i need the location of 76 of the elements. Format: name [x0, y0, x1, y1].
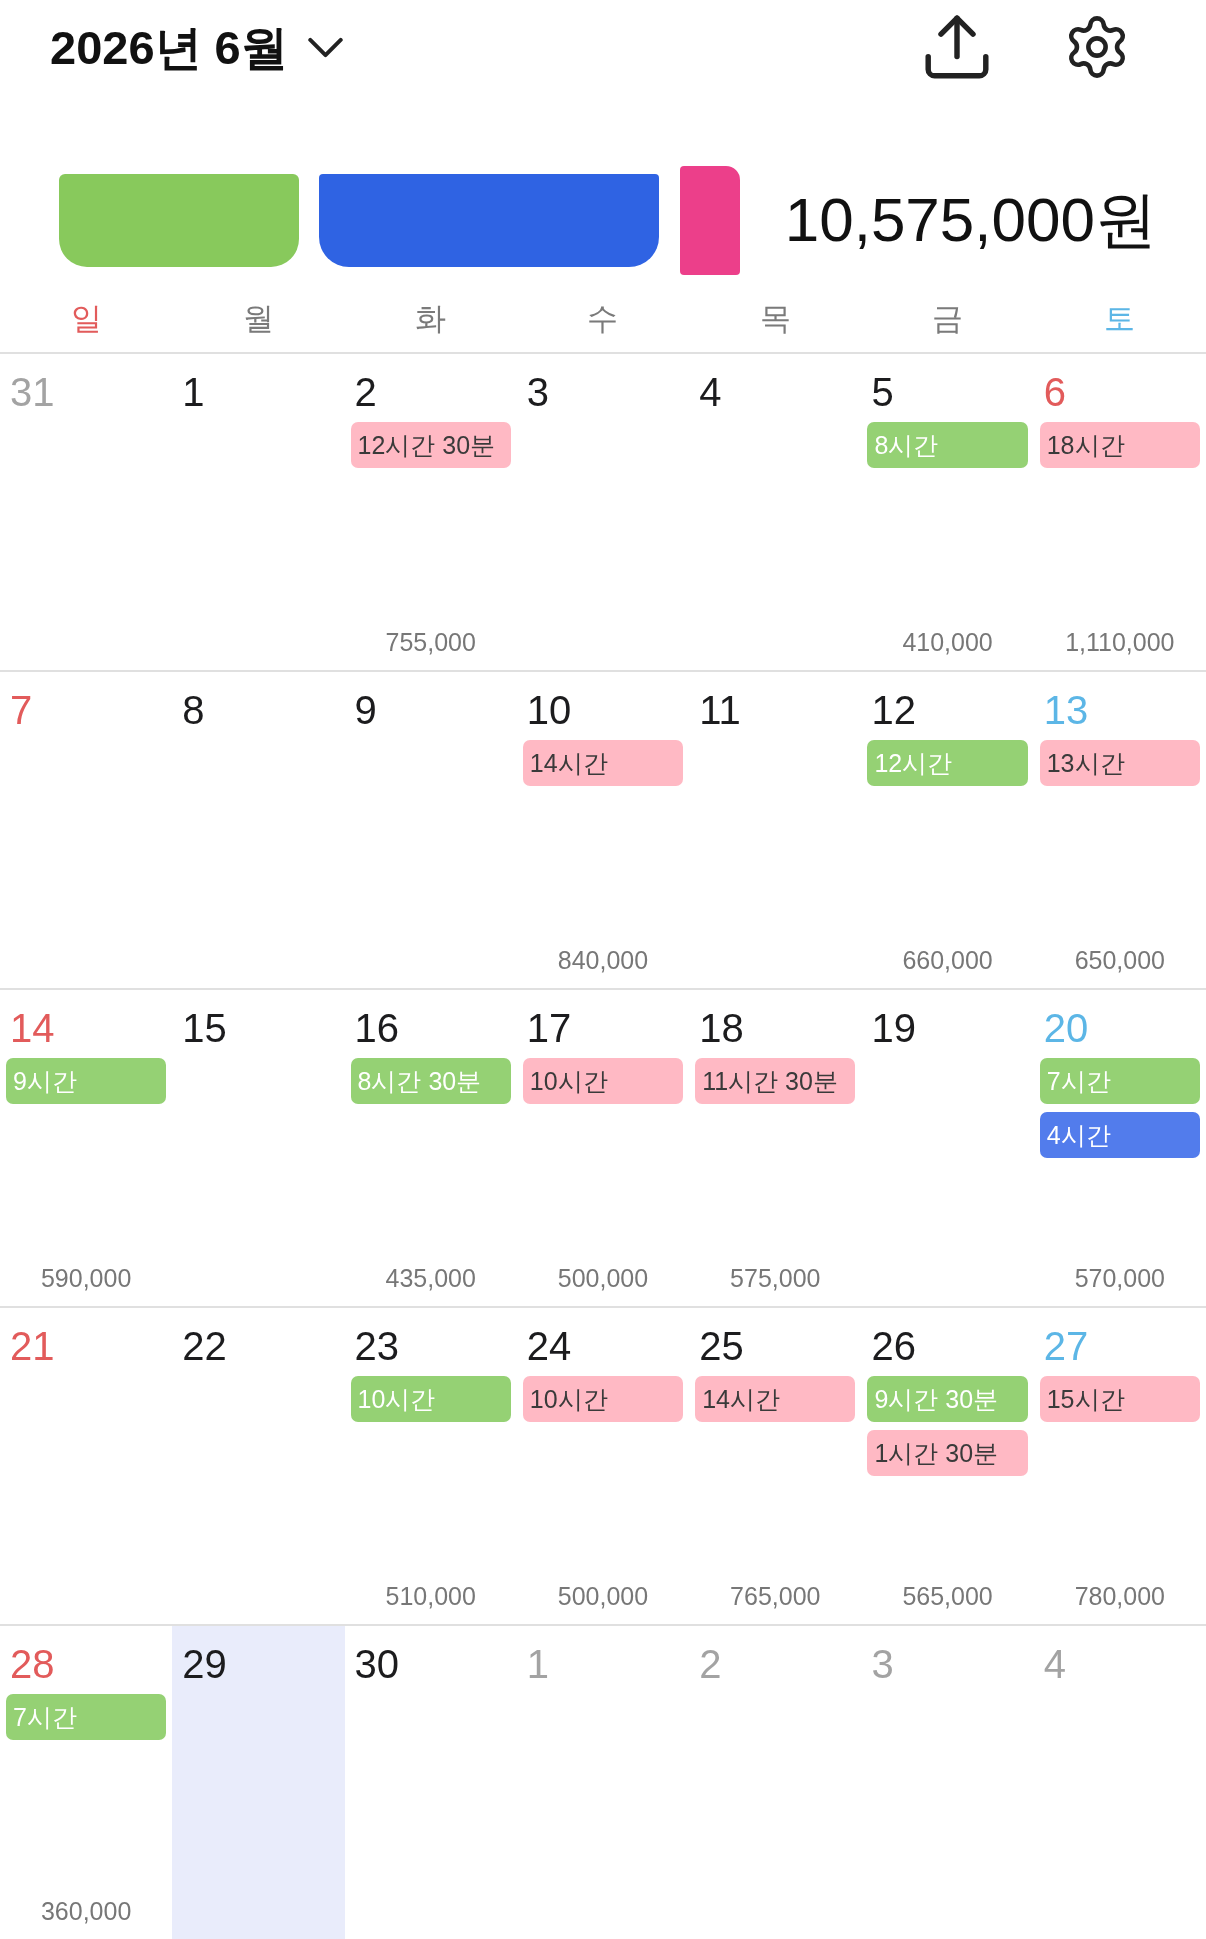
date-number: 15 — [182, 1006, 227, 1050]
date-number: 30 — [354, 1642, 400, 1686]
date-number: 25 — [699, 1324, 744, 1368]
date-number: 16 — [354, 1006, 400, 1050]
date-number: 11 — [699, 688, 741, 732]
date-number: 4 — [1043, 1642, 1066, 1686]
weekday-label: 월 — [242, 302, 274, 334]
day-cell[interactable]: 29 — [172, 1626, 345, 1939]
daily-amount: 765,000 — [730, 1582, 821, 1610]
shift-chip[interactable]: 1시간 30분 — [867, 1430, 1028, 1476]
daily-amount: 500,000 — [557, 1582, 649, 1610]
date-number: 17 — [526, 1006, 572, 1050]
date-number: 1 — [182, 370, 205, 414]
daily-amount: 360,000 — [40, 1897, 132, 1925]
shift-chip[interactable]: 4시간 — [1039, 1112, 1200, 1158]
date-number: 9 — [354, 688, 377, 732]
date-number: 24 — [526, 1324, 572, 1368]
date-number: 10 — [526, 688, 572, 732]
date-number: 7 — [10, 688, 33, 732]
date-number: 29 — [182, 1642, 227, 1686]
shift-chip[interactable]: 10시간 — [522, 1376, 684, 1422]
settings-icon[interactable] — [1066, 16, 1128, 78]
weekday-label: 토 — [1104, 302, 1136, 334]
date-number: 21 — [10, 1324, 55, 1368]
weekday-label: 화 — [415, 302, 447, 334]
date-number: 31 — [10, 370, 55, 414]
daily-amount: 500,000 — [557, 1264, 649, 1292]
date-number: 20 — [1043, 1006, 1089, 1050]
date-number: 22 — [182, 1324, 227, 1368]
date-number: 6 — [1043, 370, 1066, 414]
month-title[interactable]: 2026년 6월 — [50, 23, 288, 71]
chevron-down-icon[interactable] — [307, 36, 343, 58]
date-number: 28 — [10, 1642, 55, 1686]
date-number: 8 — [182, 688, 205, 732]
date-number: 23 — [354, 1324, 400, 1368]
daily-amount: 570,000 — [1074, 1264, 1166, 1292]
daily-amount: 650,000 — [1074, 946, 1166, 974]
date-number: 14 — [10, 1006, 55, 1050]
monthly-total: 10,575,000원 — [784, 189, 1157, 251]
shift-chip[interactable]: 13시간 — [1039, 740, 1200, 786]
date-number: 5 — [871, 370, 894, 414]
shift-chip[interactable]: 11시간 30분 — [695, 1058, 856, 1104]
weekday-label: 일 — [70, 302, 102, 334]
date-number: 4 — [699, 370, 722, 414]
upload-icon[interactable] — [924, 15, 990, 79]
date-number: 1 — [526, 1642, 550, 1686]
date-number: 12 — [871, 688, 916, 732]
date-number: 26 — [871, 1324, 916, 1368]
date-number: 2 — [699, 1642, 722, 1686]
date-number: 2 — [354, 370, 377, 414]
shift-chip[interactable]: 14시간 — [522, 740, 684, 786]
daily-amount: 565,000 — [902, 1582, 993, 1610]
date-number: 18 — [699, 1006, 744, 1050]
daily-amount: 1,110,000 — [1065, 628, 1175, 656]
weekday-label: 수 — [587, 302, 619, 334]
shift-chip[interactable]: 18시간 — [1039, 422, 1200, 468]
daily-amount: 840,000 — [557, 946, 649, 974]
daily-amount: 510,000 — [385, 1582, 476, 1610]
date-number: 13 — [1043, 688, 1089, 732]
date-number: 3 — [526, 370, 550, 414]
shift-chip[interactable]: 12시간 30분 — [350, 422, 511, 468]
date-number: 3 — [871, 1642, 894, 1686]
date-number: 19 — [871, 1006, 916, 1050]
daily-amount: 435,000 — [385, 1264, 476, 1292]
daily-amount: 410,000 — [902, 628, 993, 656]
daily-amount: 660,000 — [902, 946, 993, 974]
shift-chip[interactable]: 14시간 — [695, 1376, 856, 1422]
daily-amount: 780,000 — [1074, 1582, 1166, 1610]
shift-chip[interactable]: 10시간 — [522, 1058, 684, 1104]
weekday-label: 목 — [759, 302, 791, 334]
daily-amount: 590,000 — [40, 1264, 132, 1292]
daily-amount: 755,000 — [385, 628, 476, 656]
weekday-label: 금 — [932, 302, 964, 334]
shift-chip[interactable]: 15시간 — [1039, 1376, 1200, 1422]
daily-amount: 575,000 — [730, 1264, 821, 1292]
date-number: 27 — [1043, 1324, 1089, 1368]
